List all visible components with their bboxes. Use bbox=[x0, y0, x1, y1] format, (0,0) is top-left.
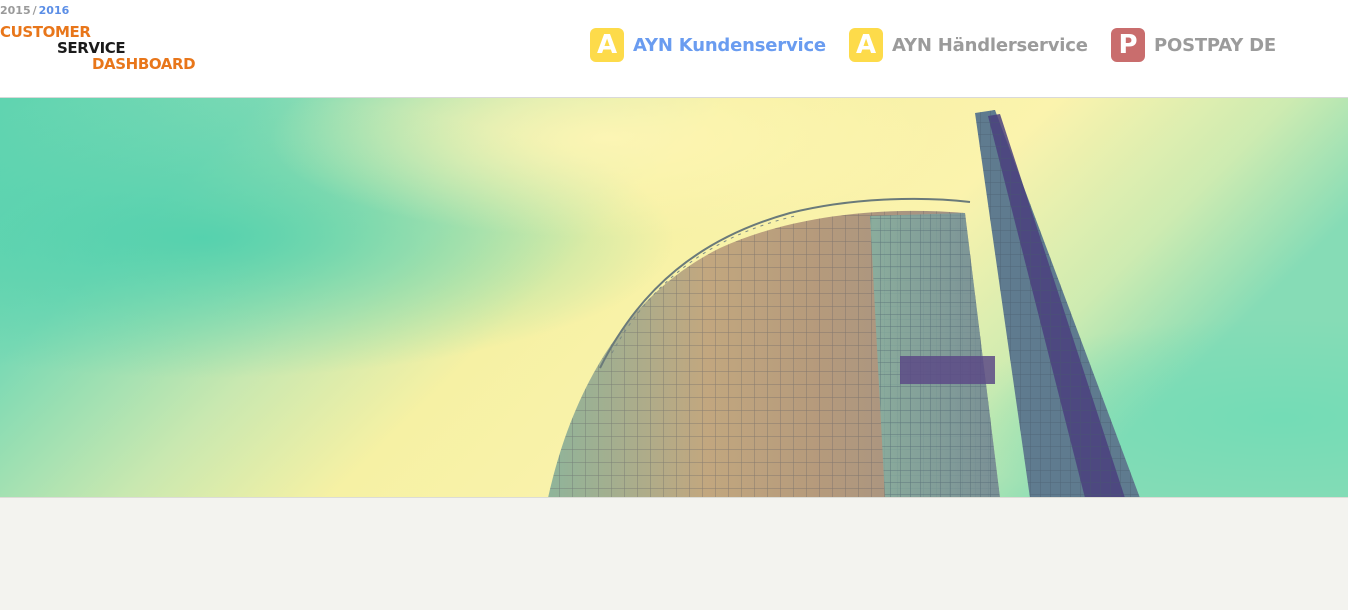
logo-line-customer: CUSTOMER bbox=[0, 23, 91, 41]
ayn-badge-icon: A bbox=[849, 28, 883, 62]
hero-banner-image bbox=[0, 98, 1348, 498]
logo-line-service: SERVICE bbox=[57, 39, 126, 57]
nav-label: AYN Händlerservice bbox=[892, 34, 1088, 56]
nav-ayn-haendlerservice[interactable]: A AYN Händlerservice bbox=[849, 25, 1088, 65]
dashboard-logo[interactable]: 2015/2016 CUSTOMER SERVICE DASHBOARD bbox=[0, 2, 210, 74]
hero-building-illustration bbox=[0, 98, 1348, 497]
nav-ayn-kundenservice[interactable]: A AYN Kundenservice bbox=[590, 25, 826, 65]
year-previous: 2015 bbox=[0, 4, 31, 17]
main-content-area bbox=[0, 499, 1348, 610]
ayn-badge-icon: A bbox=[590, 28, 624, 62]
top-header: 2015/2016 CUSTOMER SERVICE DASHBOARD A A… bbox=[0, 0, 1348, 98]
nav-postpay-de[interactable]: P POSTPAY DE bbox=[1111, 25, 1276, 65]
logo-line-dashboard: DASHBOARD bbox=[92, 55, 196, 73]
year-current: 2016 bbox=[38, 4, 70, 17]
year-range: 2015/2016 bbox=[0, 4, 69, 17]
year-separator: / bbox=[32, 4, 37, 17]
nav-label: POSTPAY DE bbox=[1154, 34, 1277, 56]
nav-label: AYN Kundenservice bbox=[633, 34, 826, 56]
postpay-badge-icon: P bbox=[1111, 28, 1145, 62]
